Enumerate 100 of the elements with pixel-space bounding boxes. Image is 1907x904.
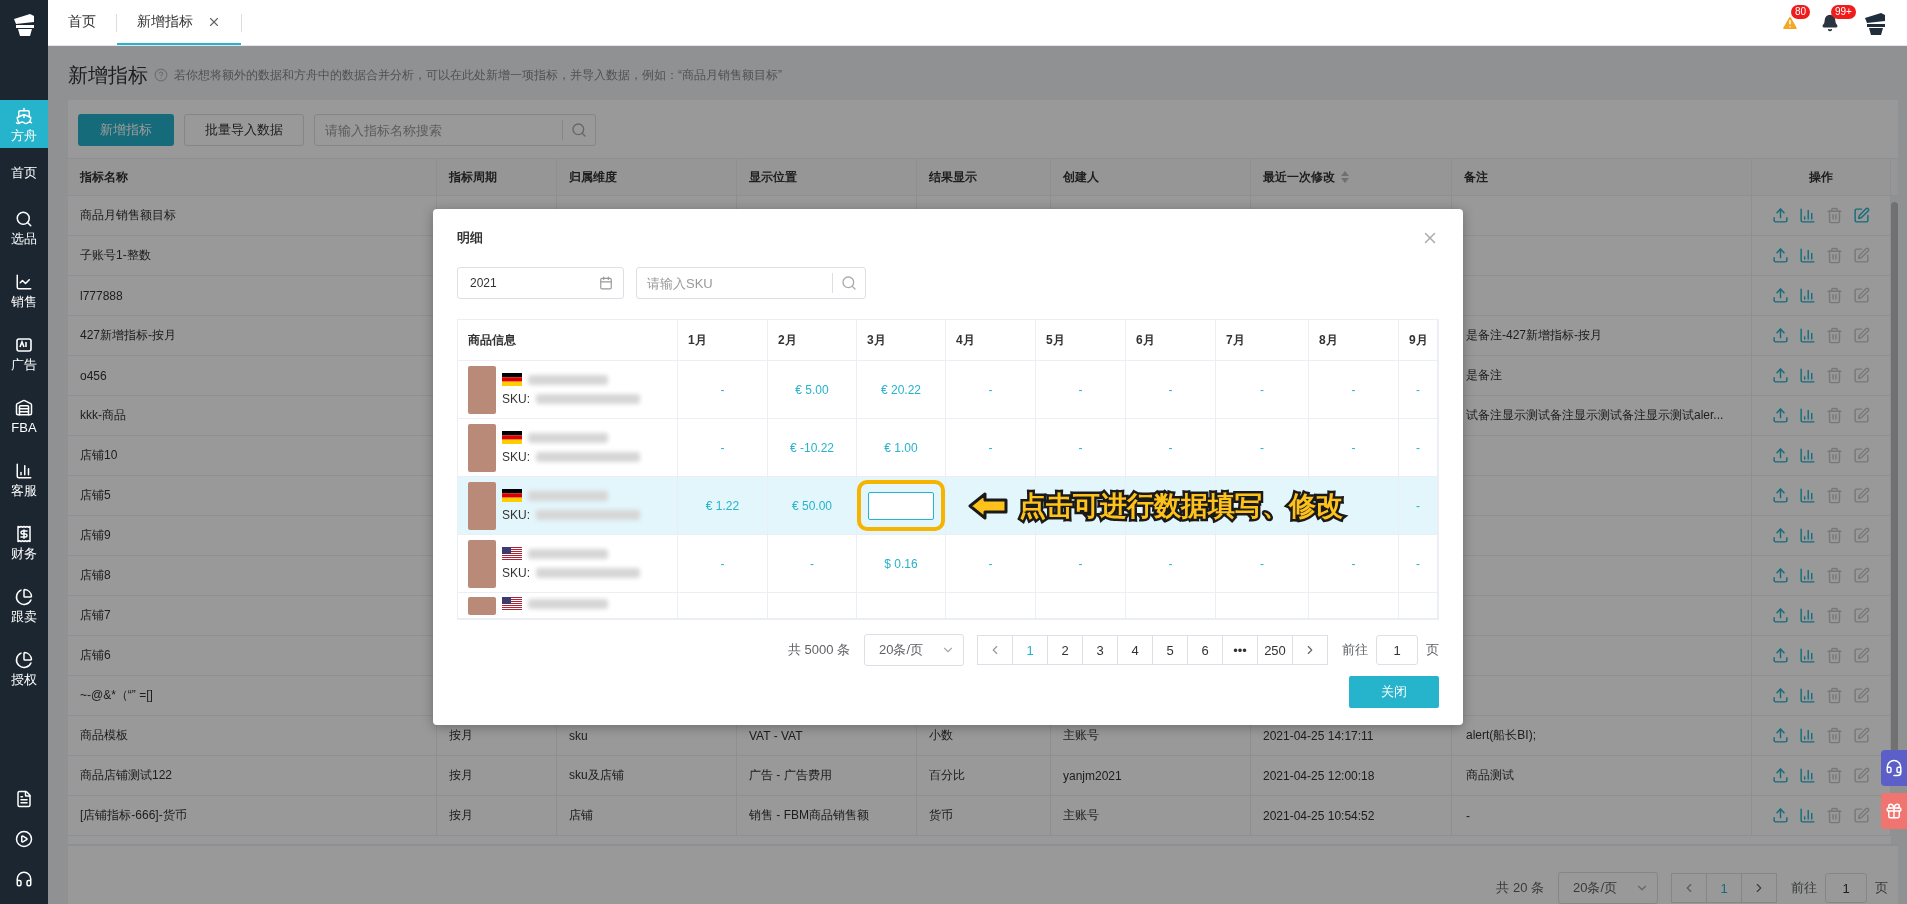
- upload-icon[interactable]: [1772, 727, 1789, 744]
- bar-chart-icon[interactable]: [1799, 767, 1816, 784]
- page-size-select[interactable]: 20条/页: [1558, 872, 1658, 904]
- bar-chart-icon[interactable]: [1799, 327, 1816, 344]
- trash-icon[interactable]: [1826, 327, 1843, 344]
- trash-icon[interactable]: [1826, 687, 1843, 704]
- sidebar-item[interactable]: 客服: [0, 448, 48, 511]
- edit-icon[interactable]: [1853, 247, 1870, 264]
- sidebar-item[interactable]: 选品: [0, 196, 48, 259]
- page-jump-field[interactable]: 1: [1825, 873, 1867, 903]
- sku-search-input[interactable]: 请输入SKU: [637, 268, 832, 298]
- trash-icon[interactable]: [1826, 487, 1843, 504]
- trash-icon[interactable]: [1826, 447, 1843, 464]
- previous-page-button[interactable]: [1671, 873, 1707, 903]
- page-size-select[interactable]: 20条/页: [864, 634, 964, 666]
- sidebar-item[interactable]: 财务: [0, 511, 48, 574]
- upload-icon[interactable]: [1772, 327, 1789, 344]
- sidebar-item[interactable]: 广告: [0, 322, 48, 385]
- trash-icon[interactable]: [1826, 207, 1843, 224]
- trash-icon[interactable]: [1826, 367, 1843, 384]
- previous-page-button[interactable]: [977, 635, 1013, 665]
- bar-chart-icon[interactable]: [1799, 407, 1816, 424]
- sidebar-item[interactable]: 首页: [0, 148, 48, 196]
- page-button[interactable]: 6: [1187, 635, 1223, 665]
- gift-button[interactable]: [1881, 793, 1907, 829]
- edit-icon[interactable]: [1853, 647, 1870, 664]
- edit-icon[interactable]: [1853, 367, 1870, 384]
- edit-icon[interactable]: [1853, 527, 1870, 544]
- upload-icon[interactable]: [1772, 407, 1789, 424]
- bar-chart-icon[interactable]: [1799, 647, 1816, 664]
- page-button[interactable]: 250: [1257, 635, 1293, 665]
- product-row[interactable]: SKU: € 1.22 € 50.00 - 点击可进行数据填写、修改: [458, 477, 1438, 535]
- headphones-icon[interactable]: [15, 870, 33, 888]
- sidebar-item[interactable]: 授权: [0, 637, 48, 700]
- edit-icon[interactable]: [1853, 687, 1870, 704]
- upload-icon[interactable]: [1772, 487, 1789, 504]
- bar-chart-icon[interactable]: [1799, 807, 1816, 824]
- upload-icon[interactable]: [1772, 527, 1789, 544]
- upload-icon[interactable]: [1772, 207, 1789, 224]
- bell-icon[interactable]: [1821, 13, 1839, 32]
- import-button[interactable]: 批量导入数据: [184, 114, 304, 146]
- page-tab[interactable]: 新增指标: [117, 0, 241, 45]
- bar-chart-icon[interactable]: [1799, 487, 1816, 504]
- next-page-button[interactable]: [1292, 635, 1328, 665]
- edit-icon[interactable]: [1853, 327, 1870, 344]
- bar-chart-icon[interactable]: [1799, 567, 1816, 584]
- page-button[interactable]: 2: [1047, 635, 1083, 665]
- bar-chart-icon[interactable]: [1799, 367, 1816, 384]
- trash-icon[interactable]: [1826, 407, 1843, 424]
- bar-chart-icon[interactable]: [1799, 447, 1816, 464]
- trash-icon[interactable]: [1826, 607, 1843, 624]
- page-button[interactable]: 5: [1152, 635, 1188, 665]
- sidebar-item[interactable]: 跟卖: [0, 574, 48, 637]
- upload-icon[interactable]: [1772, 687, 1789, 704]
- edit-icon[interactable]: [1853, 607, 1870, 624]
- edit-icon[interactable]: [1853, 447, 1870, 464]
- product-row[interactable]: SKU: - € -10.22 € 1.00 - - - - - -: [458, 419, 1438, 477]
- edit-icon[interactable]: [1853, 207, 1870, 224]
- edit-icon[interactable]: [1853, 407, 1870, 424]
- page-jump-field[interactable]: 1: [1376, 635, 1418, 665]
- trash-icon[interactable]: [1826, 527, 1843, 544]
- page-button[interactable]: 4: [1117, 635, 1153, 665]
- edit-icon[interactable]: [1853, 807, 1870, 824]
- trash-icon[interactable]: [1826, 247, 1843, 264]
- bar-chart-icon[interactable]: [1799, 527, 1816, 544]
- document-icon[interactable]: [15, 790, 33, 808]
- product-row[interactable]: SKU: - € 5.00 € 20.22 - - - - - -: [458, 361, 1438, 419]
- upload-icon[interactable]: [1772, 767, 1789, 784]
- upload-icon[interactable]: [1772, 287, 1789, 304]
- bar-chart-icon[interactable]: [1799, 207, 1816, 224]
- bar-chart-icon[interactable]: [1799, 687, 1816, 704]
- trash-icon[interactable]: [1826, 807, 1843, 824]
- sku-search-field[interactable]: 请输入SKU: [636, 267, 866, 299]
- trash-icon[interactable]: [1826, 647, 1843, 664]
- play-icon[interactable]: [15, 830, 33, 848]
- edit-icon[interactable]: [1853, 727, 1870, 744]
- upload-icon[interactable]: [1772, 607, 1789, 624]
- upload-icon[interactable]: [1772, 567, 1789, 584]
- upload-icon[interactable]: [1772, 447, 1789, 464]
- trash-icon[interactable]: [1826, 287, 1843, 304]
- sidebar-item[interactable]: FBA: [0, 385, 48, 448]
- support-button[interactable]: [1881, 750, 1907, 786]
- sidebar-item[interactable]: 销售: [0, 259, 48, 322]
- upload-icon[interactable]: [1772, 247, 1789, 264]
- edit-icon[interactable]: [1853, 767, 1870, 784]
- page-button[interactable]: 3: [1082, 635, 1118, 665]
- product-row[interactable]: SKU: - - $ 0.16 - - - - - -: [458, 535, 1438, 593]
- trash-icon[interactable]: [1826, 567, 1843, 584]
- bar-chart-icon[interactable]: [1799, 607, 1816, 624]
- bar-chart-icon[interactable]: [1799, 287, 1816, 304]
- upload-icon[interactable]: [1772, 807, 1789, 824]
- edit-icon[interactable]: [1853, 287, 1870, 304]
- upload-icon[interactable]: [1772, 367, 1789, 384]
- bar-chart-icon[interactable]: [1799, 247, 1816, 264]
- value-input[interactable]: [868, 491, 934, 520]
- sort-icon[interactable]: [1341, 171, 1349, 183]
- bar-chart-icon[interactable]: [1799, 727, 1816, 744]
- next-page-button[interactable]: [1741, 873, 1777, 903]
- edit-icon[interactable]: [1853, 487, 1870, 504]
- edit-icon[interactable]: [1853, 567, 1870, 584]
